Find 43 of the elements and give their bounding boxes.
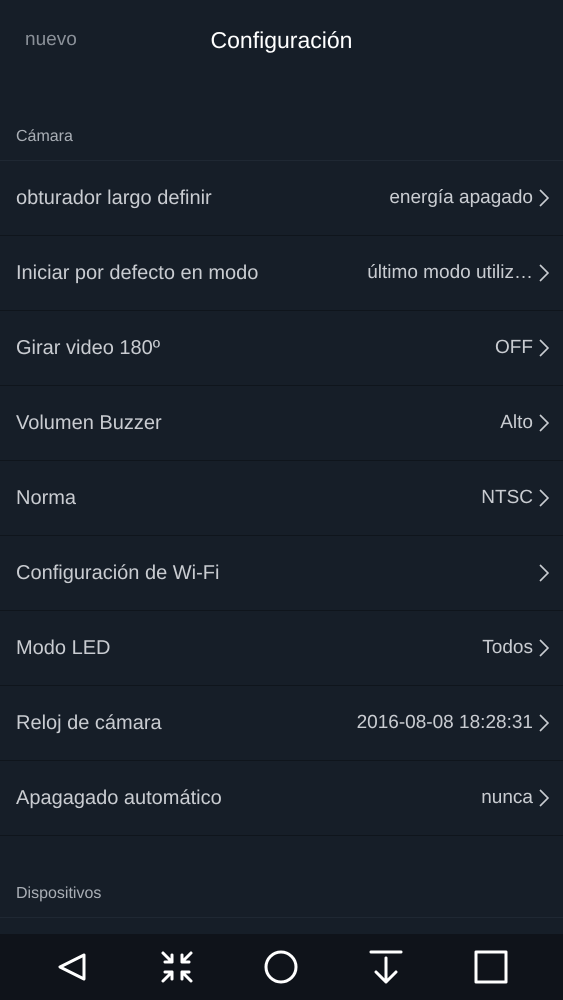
setting-value: energía apagado	[389, 187, 533, 209]
setting-label: Apagagado automático	[16, 786, 222, 810]
chevron-icon	[539, 714, 549, 732]
chevron-icon	[539, 489, 549, 507]
setting-value: Alto	[500, 412, 533, 434]
download-arrow-icon[interactable]	[368, 949, 404, 985]
compress-arrows-icon[interactable]	[158, 949, 195, 985]
screen-title: Configuración	[210, 26, 352, 54]
section-title: Dispositivos	[0, 836, 563, 918]
section-title: Cámara	[0, 80, 563, 161]
setting-value: OFF	[495, 337, 533, 359]
setting-label: obturador largo definir	[16, 186, 212, 210]
chevron-icon	[539, 264, 549, 282]
recents-icon[interactable]	[472, 949, 509, 985]
settings-row[interactable]: Modo LED Todos	[0, 611, 563, 686]
setting-label: Iniciar por defecto en modo	[16, 262, 258, 284]
home-icon[interactable]	[263, 949, 300, 985]
setting-label: Reloj de cámara	[16, 712, 162, 734]
settings-row[interactable]: Girar video 180º OFF	[0, 311, 563, 386]
setting-value: 2016-08-08 18:28:31	[356, 712, 533, 734]
chevron-icon	[539, 564, 549, 582]
chevron-icon	[539, 414, 549, 432]
setting-value: Todos	[482, 637, 533, 659]
settings-row[interactable]: Configuración de Wi-Fi	[0, 536, 563, 611]
setting-value: nunca	[481, 787, 533, 809]
setting-label: Configuración de Wi-Fi	[16, 562, 220, 584]
back-link[interactable]: nuevo	[25, 29, 77, 51]
settings-row[interactable]: Norma NTSC	[0, 461, 563, 536]
settings-row[interactable]: Iniciar por defecto en modo último modo utiliz…	[0, 236, 563, 311]
chevron-icon	[539, 789, 549, 807]
settings-row[interactable]: obturador largo definir energía apagado	[0, 161, 563, 236]
chevron-icon	[539, 639, 549, 657]
setting-label: Norma	[16, 486, 76, 510]
settings-row[interactable]: Volumen Buzzer Alto	[0, 386, 563, 461]
chevron-icon	[539, 189, 549, 207]
settings-row[interactable]: Reloj de cámara 2016-08-08 18:28:31	[0, 686, 563, 761]
settings-row[interactable]: Apagagado automático nunca	[0, 761, 563, 836]
setting-value: último modo utiliz…	[367, 262, 533, 284]
setting-label: Girar video 180º	[16, 336, 160, 360]
setting-value: NTSC	[481, 487, 533, 509]
setting-label: Volumen Buzzer	[16, 412, 162, 434]
chevron-icon	[539, 339, 549, 357]
setting-label: Modo LED	[16, 636, 110, 660]
